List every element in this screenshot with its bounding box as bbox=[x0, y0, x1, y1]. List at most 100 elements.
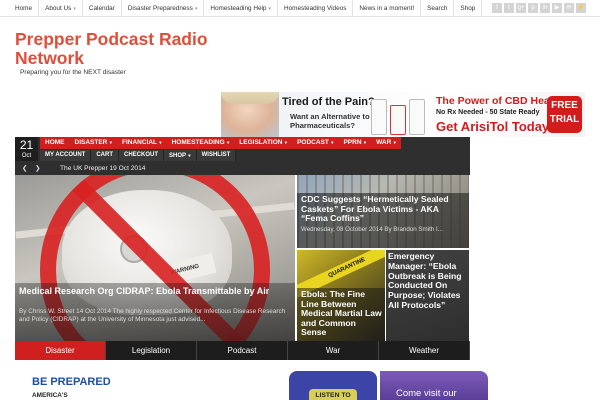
subnav-label: CHECKOUT bbox=[124, 152, 159, 158]
shop-navigation: MY ACCOUNT CART CHECKOUT SHOP ▾ WISHLIST bbox=[40, 150, 237, 161]
topnav-item-homesteading-help[interactable]: Homesteading Help ▾ bbox=[204, 0, 278, 17]
topnav-item-news-in-a-moment[interactable]: News in a moment! bbox=[353, 0, 422, 17]
mainnav-item-war[interactable]: WAR ▾ bbox=[371, 137, 401, 149]
topnav-label: Search bbox=[427, 5, 448, 12]
social-icon[interactable]: ⚡ bbox=[576, 3, 586, 13]
topnav-label: Calendar bbox=[88, 5, 115, 12]
mainnav-label: LEGISLATION bbox=[239, 139, 283, 146]
tab-war[interactable]: War bbox=[288, 341, 379, 360]
social-icon[interactable]: ✉ bbox=[564, 3, 574, 13]
story-meta: Wednesday, 08 October 2014 By Brandon Sm… bbox=[301, 226, 443, 233]
subnav-item-checkout[interactable]: CHECKOUT bbox=[119, 150, 165, 161]
topnav-item-homesteading-videos[interactable]: Homesteading Videos bbox=[278, 0, 354, 17]
subnav-item-cart[interactable]: CART bbox=[91, 150, 120, 161]
topnav-label: Shop bbox=[460, 5, 476, 12]
topnav-label: Disaster Preparedness bbox=[127, 5, 193, 12]
chevron-down-icon: ▾ bbox=[187, 153, 191, 158]
subnav-label: WISHLIST bbox=[201, 152, 231, 158]
featured-story-excerpt: By Chriss W. Street 14 Oct 2014 The high… bbox=[19, 308, 286, 324]
subnav-label: CART bbox=[96, 152, 114, 158]
story-card-emergency-manager[interactable]: Emergency Manager: “Ebola Outbreak is Be… bbox=[386, 250, 469, 341]
featured-story[interactable]: WARNING Medical Research Org CIDRAP: Ebo… bbox=[15, 175, 295, 341]
listen-to-ad[interactable]: LISTEN TO bbox=[289, 371, 377, 400]
topnav-label: News in a moment! bbox=[359, 5, 415, 12]
americas-text: AMERICA'S bbox=[32, 392, 68, 399]
topnav-label: Homesteading Help bbox=[210, 5, 267, 12]
topnav-item-disaster-preparedness[interactable]: Disaster Preparedness ▾ bbox=[122, 0, 205, 17]
social-icon[interactable]: t bbox=[504, 3, 514, 13]
social-icon[interactable]: in bbox=[540, 3, 550, 13]
mainnav-item-home[interactable]: HOME bbox=[40, 137, 70, 149]
mainnav-label: DISASTER bbox=[74, 139, 108, 146]
subnav-label: MY ACCOUNT bbox=[45, 152, 86, 158]
mainnav-item-disaster[interactable]: DISASTER ▾ bbox=[70, 137, 117, 149]
chevron-down-icon: ▾ bbox=[362, 140, 367, 145]
topnav-item-shop[interactable]: Shop bbox=[454, 0, 483, 17]
ticker-next-icon[interactable]: ❯ bbox=[35, 162, 40, 175]
chevron-down-icon: ▾ bbox=[268, 6, 271, 12]
chevron-down-icon: ▾ bbox=[283, 140, 288, 145]
social-icons: f t g+ p in ▶ ✉ ⚡ bbox=[492, 3, 586, 13]
story-title[interactable]: Emergency Manager: “Ebola Outbreak is Be… bbox=[388, 251, 468, 311]
date-badge: 21 Oct bbox=[15, 137, 38, 161]
site-tagline: Preparing you for the NEXT disaster bbox=[20, 69, 126, 76]
cbd-banner-ad[interactable]: Tired of the Pain? Want an Alternative t… bbox=[221, 92, 585, 137]
date-month: Oct bbox=[21, 153, 32, 159]
story-title[interactable]: CDC Suggests “Hermetically Sealed Casket… bbox=[301, 194, 467, 224]
free-trial-badge[interactable]: FREE TRIAL bbox=[547, 96, 582, 133]
mainnav-label: PODCAST bbox=[297, 139, 329, 146]
site-title[interactable]: Prepper Podcast Radio Network bbox=[15, 30, 275, 68]
product-bottles-image bbox=[371, 95, 429, 135]
topnav-item-search[interactable]: Search bbox=[421, 0, 455, 17]
news-ticker: ❮ ❯ The UK Prepper 19 Oct 2014 bbox=[15, 162, 470, 175]
banner-question-2: Want an Alternative to Pharmaceuticals? bbox=[290, 112, 370, 130]
topnav-item-home[interactable]: Home bbox=[9, 0, 40, 17]
subnav-item-wishlist[interactable]: WISHLIST bbox=[196, 150, 237, 161]
mainnav-label: HOME bbox=[45, 139, 65, 146]
chevron-down-icon: ▾ bbox=[392, 140, 396, 145]
mainnav-label: FINANCIAL bbox=[121, 139, 157, 146]
mainnav-item-homesteading[interactable]: HOMESTEADING ▾ bbox=[167, 137, 235, 149]
social-icon[interactable]: p bbox=[528, 3, 538, 13]
social-icon[interactable]: ▶ bbox=[552, 3, 562, 13]
mainnav-label: PPRN bbox=[343, 139, 362, 146]
mainnav-item-podcast[interactable]: PODCAST ▾ bbox=[292, 137, 338, 149]
social-icon[interactable]: f bbox=[492, 3, 502, 13]
story-card-cdc[interactable]: CDC Suggests “Hermetically Sealed Casket… bbox=[297, 175, 469, 248]
bottle-shape bbox=[371, 99, 387, 135]
featured-story-title[interactable]: Medical Research Org CIDRAP: Ebola Trans… bbox=[19, 286, 291, 296]
chevron-down-icon: ▾ bbox=[225, 140, 230, 145]
chevron-down-icon: ▾ bbox=[108, 140, 112, 145]
social-icon[interactable]: g+ bbox=[516, 3, 526, 13]
story-card-martial-law[interactable]: QUARANTINE Ebola: The Fine Line Between … bbox=[297, 250, 385, 341]
topnav-item-about-us[interactable]: About Us ▾ bbox=[39, 0, 83, 17]
topnav-label: Home bbox=[15, 5, 33, 12]
mainnav-item-financial[interactable]: FINANCIAL ▾ bbox=[117, 137, 167, 149]
banner-cta-text: Get ArisiTol Today bbox=[436, 119, 550, 134]
banner-subline: No Rx Needed - 50 State Ready bbox=[436, 109, 540, 116]
bottle-shape bbox=[409, 99, 425, 135]
subnav-item-my-account[interactable]: MY ACCOUNT bbox=[40, 150, 92, 161]
listen-to-label: LISTEN TO bbox=[309, 389, 357, 400]
come-visit-ad[interactable]: Come visit our bbox=[380, 371, 488, 400]
banner-headline: The Power of CBD Health bbox=[436, 95, 563, 107]
mainnav-item-legislation[interactable]: LEGISLATION ▾ bbox=[234, 137, 292, 149]
chevron-down-icon: ▾ bbox=[158, 140, 162, 145]
chevron-down-icon: ▾ bbox=[194, 6, 198, 12]
top-navigation: Home About Us ▾ Calendar Disaster Preparedne… bbox=[9, 0, 483, 17]
topnav-item-calendar[interactable]: Calendar bbox=[83, 0, 122, 17]
tab-weather[interactable]: Weather bbox=[379, 341, 470, 360]
subnav-item-shop[interactable]: SHOP ▾ bbox=[164, 150, 197, 161]
tab-legislation[interactable]: Legislation bbox=[106, 341, 197, 360]
ticker-prev-icon[interactable]: ❮ bbox=[22, 162, 27, 175]
chevron-down-icon: ▾ bbox=[329, 140, 334, 145]
chevron-down-icon: ▾ bbox=[73, 6, 76, 12]
story-title[interactable]: Ebola: The Fine Line Between Medical Mar… bbox=[301, 289, 383, 338]
main-navigation: HOME DISASTER ▾ FINANCIAL ▾ HOMESTEADING ▾ L… bbox=[40, 137, 401, 149]
tab-podcast[interactable]: Podcast bbox=[197, 341, 288, 360]
mainnav-label: WAR bbox=[376, 139, 392, 146]
ticker-headline[interactable]: The UK Prepper 19 Oct 2014 bbox=[60, 162, 145, 175]
mainnav-item-pprn[interactable]: PPRN ▾ bbox=[338, 137, 371, 149]
date-day: 21 bbox=[19, 138, 34, 152]
tab-disaster[interactable]: Disaster bbox=[15, 341, 106, 360]
